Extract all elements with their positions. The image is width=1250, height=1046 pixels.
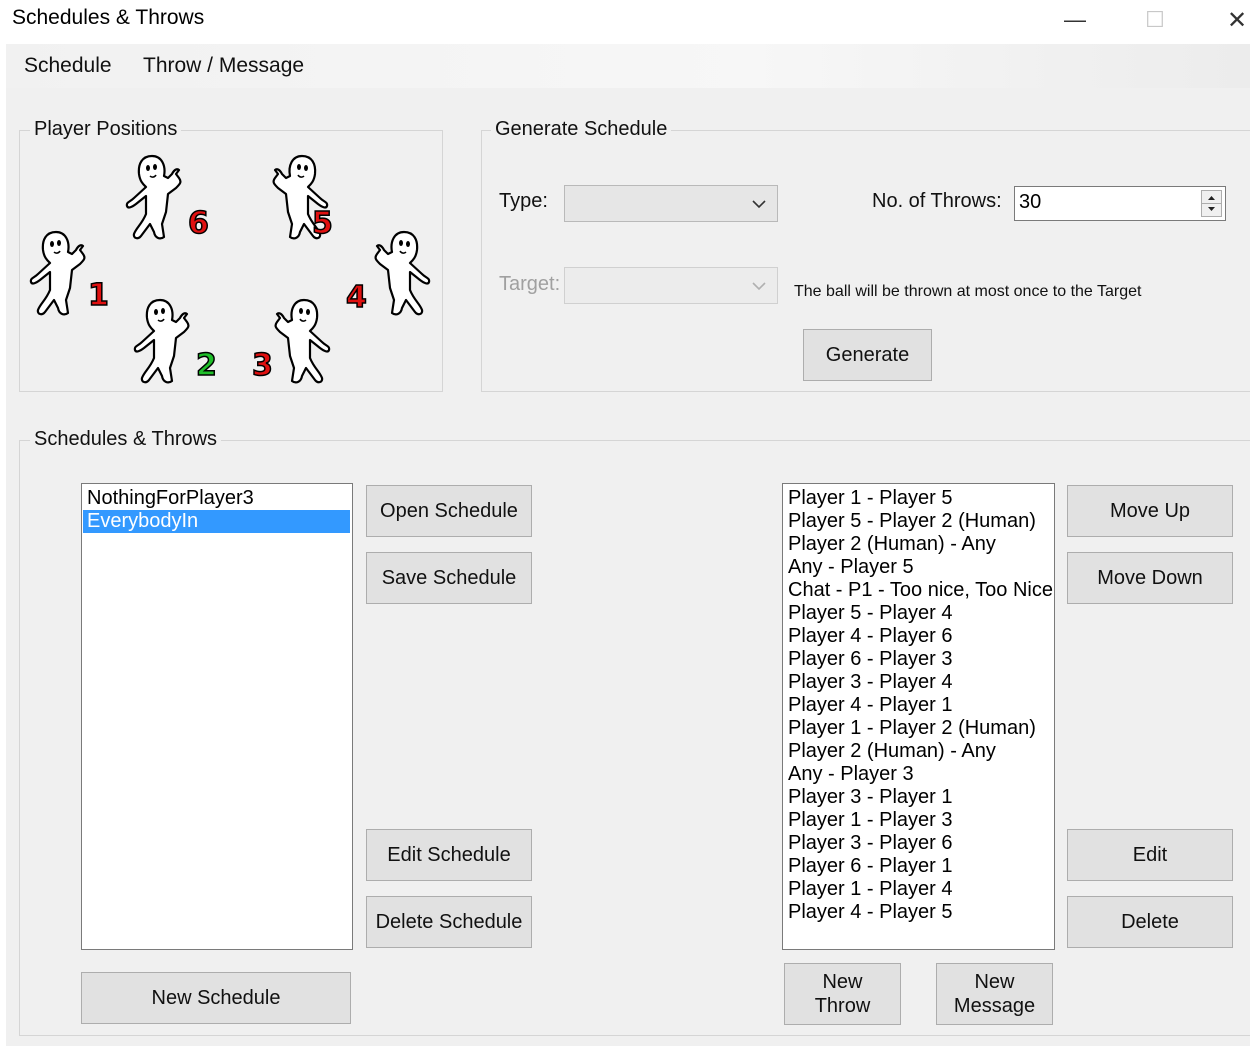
throw-list-item[interactable]: Player 3 - Player 4 (783, 671, 1054, 694)
player-number-2: 2 (195, 347, 217, 384)
new-schedule-button[interactable]: New Schedule (81, 972, 351, 1024)
new-message-label-line1: New (974, 971, 1015, 993)
type-dropdown[interactable] (564, 185, 778, 222)
menu-schedule[interactable]: Schedule (24, 44, 112, 88)
throws-numeric-input[interactable]: 30 (1014, 186, 1226, 221)
chevron-down-icon (752, 200, 766, 209)
player-figure-3: 3 (251, 296, 332, 386)
schedules-throws-legend: Schedules & Throws (30, 428, 222, 451)
menu-bar: Schedule Throw / Message (6, 44, 1250, 88)
player-number-3: 3 (251, 347, 273, 384)
title-bar: Schedules & Throws — ☐ ✕ (0, 0, 1250, 44)
throw-list-item[interactable]: Any - Player 5 (783, 556, 1054, 579)
player-figure-4: 4 (345, 228, 432, 318)
new-message-label-line2: Message (953, 995, 1036, 1017)
new-throw-button[interactable]: New Throw (784, 963, 901, 1025)
new-throw-label-line1: New (822, 971, 863, 993)
move-down-button[interactable]: Move Down (1067, 552, 1233, 604)
throw-list-item[interactable]: Player 1 - Player 5 (783, 487, 1054, 510)
player-figure-6: 6 (124, 152, 210, 242)
window-title: Schedules & Throws (12, 6, 205, 29)
throw-list-item[interactable]: Player 1 - Player 2 (Human) (783, 717, 1054, 740)
throw-list-item[interactable]: Player 4 - Player 5 (783, 901, 1054, 924)
edit-throw-button[interactable]: Edit (1067, 829, 1233, 881)
throws-spinner[interactable] (1201, 190, 1222, 217)
close-button[interactable]: ✕ (1214, 0, 1250, 40)
throw-list-item[interactable]: Player 2 (Human) - Any (783, 533, 1054, 556)
throw-list-item[interactable]: Any - Player 3 (783, 763, 1054, 786)
throw-list-item[interactable]: Player 6 - Player 1 (783, 855, 1054, 878)
target-note: The ball will be thrown at most once to … (794, 283, 1142, 300)
open-schedule-button[interactable]: Open Schedule (366, 485, 532, 537)
player-number-4: 4 (345, 279, 367, 316)
delete-schedule-button[interactable]: Delete Schedule (366, 896, 532, 948)
spinner-arrows-icon (1202, 196, 1221, 211)
delete-throw-button[interactable]: Delete (1067, 896, 1233, 948)
move-up-button[interactable]: Move Up (1067, 485, 1233, 537)
throws-value: 30 (1019, 191, 1042, 213)
maximize-button[interactable]: ☐ (1132, 0, 1178, 40)
player-figure-1: 1 (28, 228, 110, 318)
throw-list-item[interactable]: Player 4 - Player 1 (783, 694, 1054, 717)
save-schedule-button[interactable]: Save Schedule (366, 552, 532, 604)
generate-button[interactable]: Generate (803, 329, 932, 381)
maximize-icon: ☐ (1145, 7, 1165, 32)
schedule-list-item-selected[interactable]: EverybodyIn (83, 510, 350, 533)
type-label: Type: (499, 190, 548, 212)
chevron-down-icon (752, 282, 766, 291)
throw-list-item[interactable]: Chat - P1 - Too nice, Too Nice! (783, 579, 1054, 602)
throws-label: No. of Throws: (872, 190, 1002, 212)
throw-list-item[interactable]: Player 3 - Player 1 (783, 786, 1054, 809)
player-number-1: 1 (87, 277, 109, 314)
new-message-button[interactable]: New Message (936, 963, 1053, 1025)
throw-list-item[interactable]: Player 5 - Player 2 (Human) (783, 510, 1054, 533)
player-positions-legend: Player Positions (30, 118, 182, 141)
edit-schedule-button[interactable]: Edit Schedule (366, 829, 532, 881)
target-dropdown (564, 267, 778, 304)
throw-list-item[interactable]: Player 1 - Player 3 (783, 809, 1054, 832)
minimize-button[interactable]: — (1052, 0, 1098, 40)
throws-listbox[interactable]: Player 1 - Player 5 Player 5 - Player 2 (… (782, 483, 1055, 950)
throw-list-item[interactable]: Player 5 - Player 4 (783, 602, 1054, 625)
target-label: Target: (499, 273, 561, 295)
throw-list-item[interactable]: Player 1 - Player 4 (783, 878, 1054, 901)
player-number-6: 6 (187, 205, 209, 242)
player-number-5: 5 (311, 205, 333, 242)
generate-schedule-legend: Generate Schedule (491, 118, 672, 141)
schedules-listbox[interactable]: NothingForPlayer3 EverybodyIn (81, 483, 353, 950)
throw-list-item[interactable]: Player 6 - Player 3 (783, 648, 1054, 671)
close-icon: ✕ (1226, 6, 1248, 34)
minimize-icon: — (1064, 7, 1086, 32)
throw-list-item[interactable]: Player 3 - Player 6 (783, 832, 1054, 855)
throw-list-item[interactable]: Player 2 (Human) - Any (783, 740, 1054, 763)
player-figure-5: 5 (250, 152, 334, 242)
schedule-list-item[interactable]: NothingForPlayer3 (82, 487, 352, 510)
player-figure-2: 2 (132, 296, 218, 386)
new-throw-label-line2: Throw (814, 995, 871, 1017)
throw-list-item[interactable]: Player 4 - Player 6 (783, 625, 1054, 648)
menu-throw-message[interactable]: Throw / Message (143, 44, 304, 88)
